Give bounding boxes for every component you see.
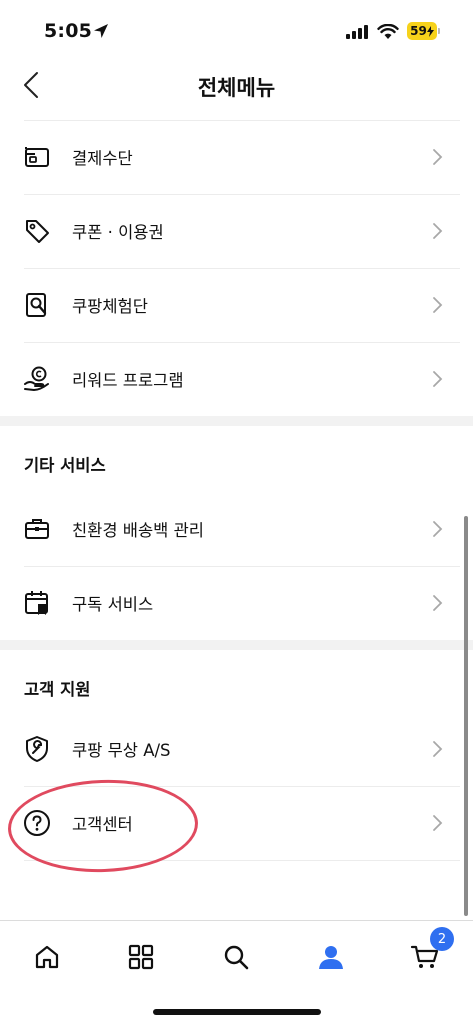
menu-item-free-after-service[interactable]: 쿠팡 무상 A/S — [0, 712, 460, 786]
cellular-signal-icon — [346, 25, 368, 39]
tag-icon — [22, 216, 52, 246]
section-separator — [0, 416, 473, 426]
menu-item-label: 리워드 프로그램 — [72, 371, 184, 390]
chevron-right-icon — [433, 149, 443, 165]
user-icon — [319, 946, 343, 969]
chevron-right-icon — [433, 815, 443, 831]
page-title: 전체메뉴 — [197, 76, 276, 100]
calendar-bookmark-icon — [22, 588, 52, 618]
tab-categories[interactable] — [119, 935, 163, 979]
menu-item-label: 친환경 배송백 관리 — [72, 521, 204, 540]
menu-item-reward-program[interactable]: 리워드 프로그램 — [0, 342, 460, 416]
chevron-right-icon — [433, 297, 443, 313]
section-title-other-services: 기타 서비스 — [24, 456, 106, 475]
shield-wrench-icon — [22, 734, 52, 764]
chevron-right-icon — [433, 521, 443, 537]
section-title-customer-support: 고객 지원 — [24, 680, 91, 699]
cart-count-badge: 2 — [430, 927, 454, 951]
chevron-right-icon — [433, 371, 443, 387]
wifi-icon — [377, 24, 399, 39]
status-time: 5:05 — [44, 20, 93, 42]
menu-item-experience-group[interactable]: 쿠팡체험단 — [0, 268, 460, 342]
section-separator — [0, 640, 473, 650]
location-arrow-icon — [94, 24, 108, 38]
coin-hand-icon — [22, 364, 52, 394]
chevron-right-icon — [433, 223, 443, 239]
charging-bolt-icon — [426, 25, 434, 37]
menu-item-label: 결제수단 — [72, 149, 133, 168]
menu-item-label: 쿠팡체험단 — [72, 297, 148, 316]
menu-item-label: 쿠폰 · 이용권 — [72, 223, 164, 242]
search-icon — [224, 945, 249, 970]
scrollbar[interactable] — [464, 516, 468, 916]
home-indicator[interactable] — [153, 1009, 321, 1015]
grid-icon — [128, 944, 154, 970]
battery-indicator: 59 — [407, 22, 437, 40]
chevron-right-icon — [433, 741, 443, 757]
briefcase-icon — [22, 514, 52, 544]
tab-search[interactable] — [214, 935, 258, 979]
review-document-icon — [22, 290, 52, 320]
battery-cap — [438, 28, 440, 34]
menu-item-label: 쿠팡 무상 A/S — [72, 741, 171, 760]
tab-my-account[interactable] — [309, 935, 353, 979]
card-wallet-icon — [22, 142, 52, 172]
tab-home[interactable] — [25, 935, 69, 979]
menu-item-payment-method[interactable]: 결제수단 — [0, 120, 460, 194]
menu-item-eco-delivery-bag[interactable]: 친환경 배송백 관리 — [0, 492, 460, 566]
menu-item-label: 구독 서비스 — [72, 595, 154, 614]
home-icon — [35, 945, 59, 969]
menu-item-coupons[interactable]: 쿠폰 · 이용권 — [0, 194, 460, 268]
menu-item-subscription-service[interactable]: 구독 서비스 — [0, 566, 460, 640]
status-bar: 5:05 59 — [0, 0, 473, 62]
battery-level: 59 — [410, 24, 427, 38]
chevron-right-icon — [433, 595, 443, 611]
page-header: 전체메뉴 — [0, 62, 473, 122]
